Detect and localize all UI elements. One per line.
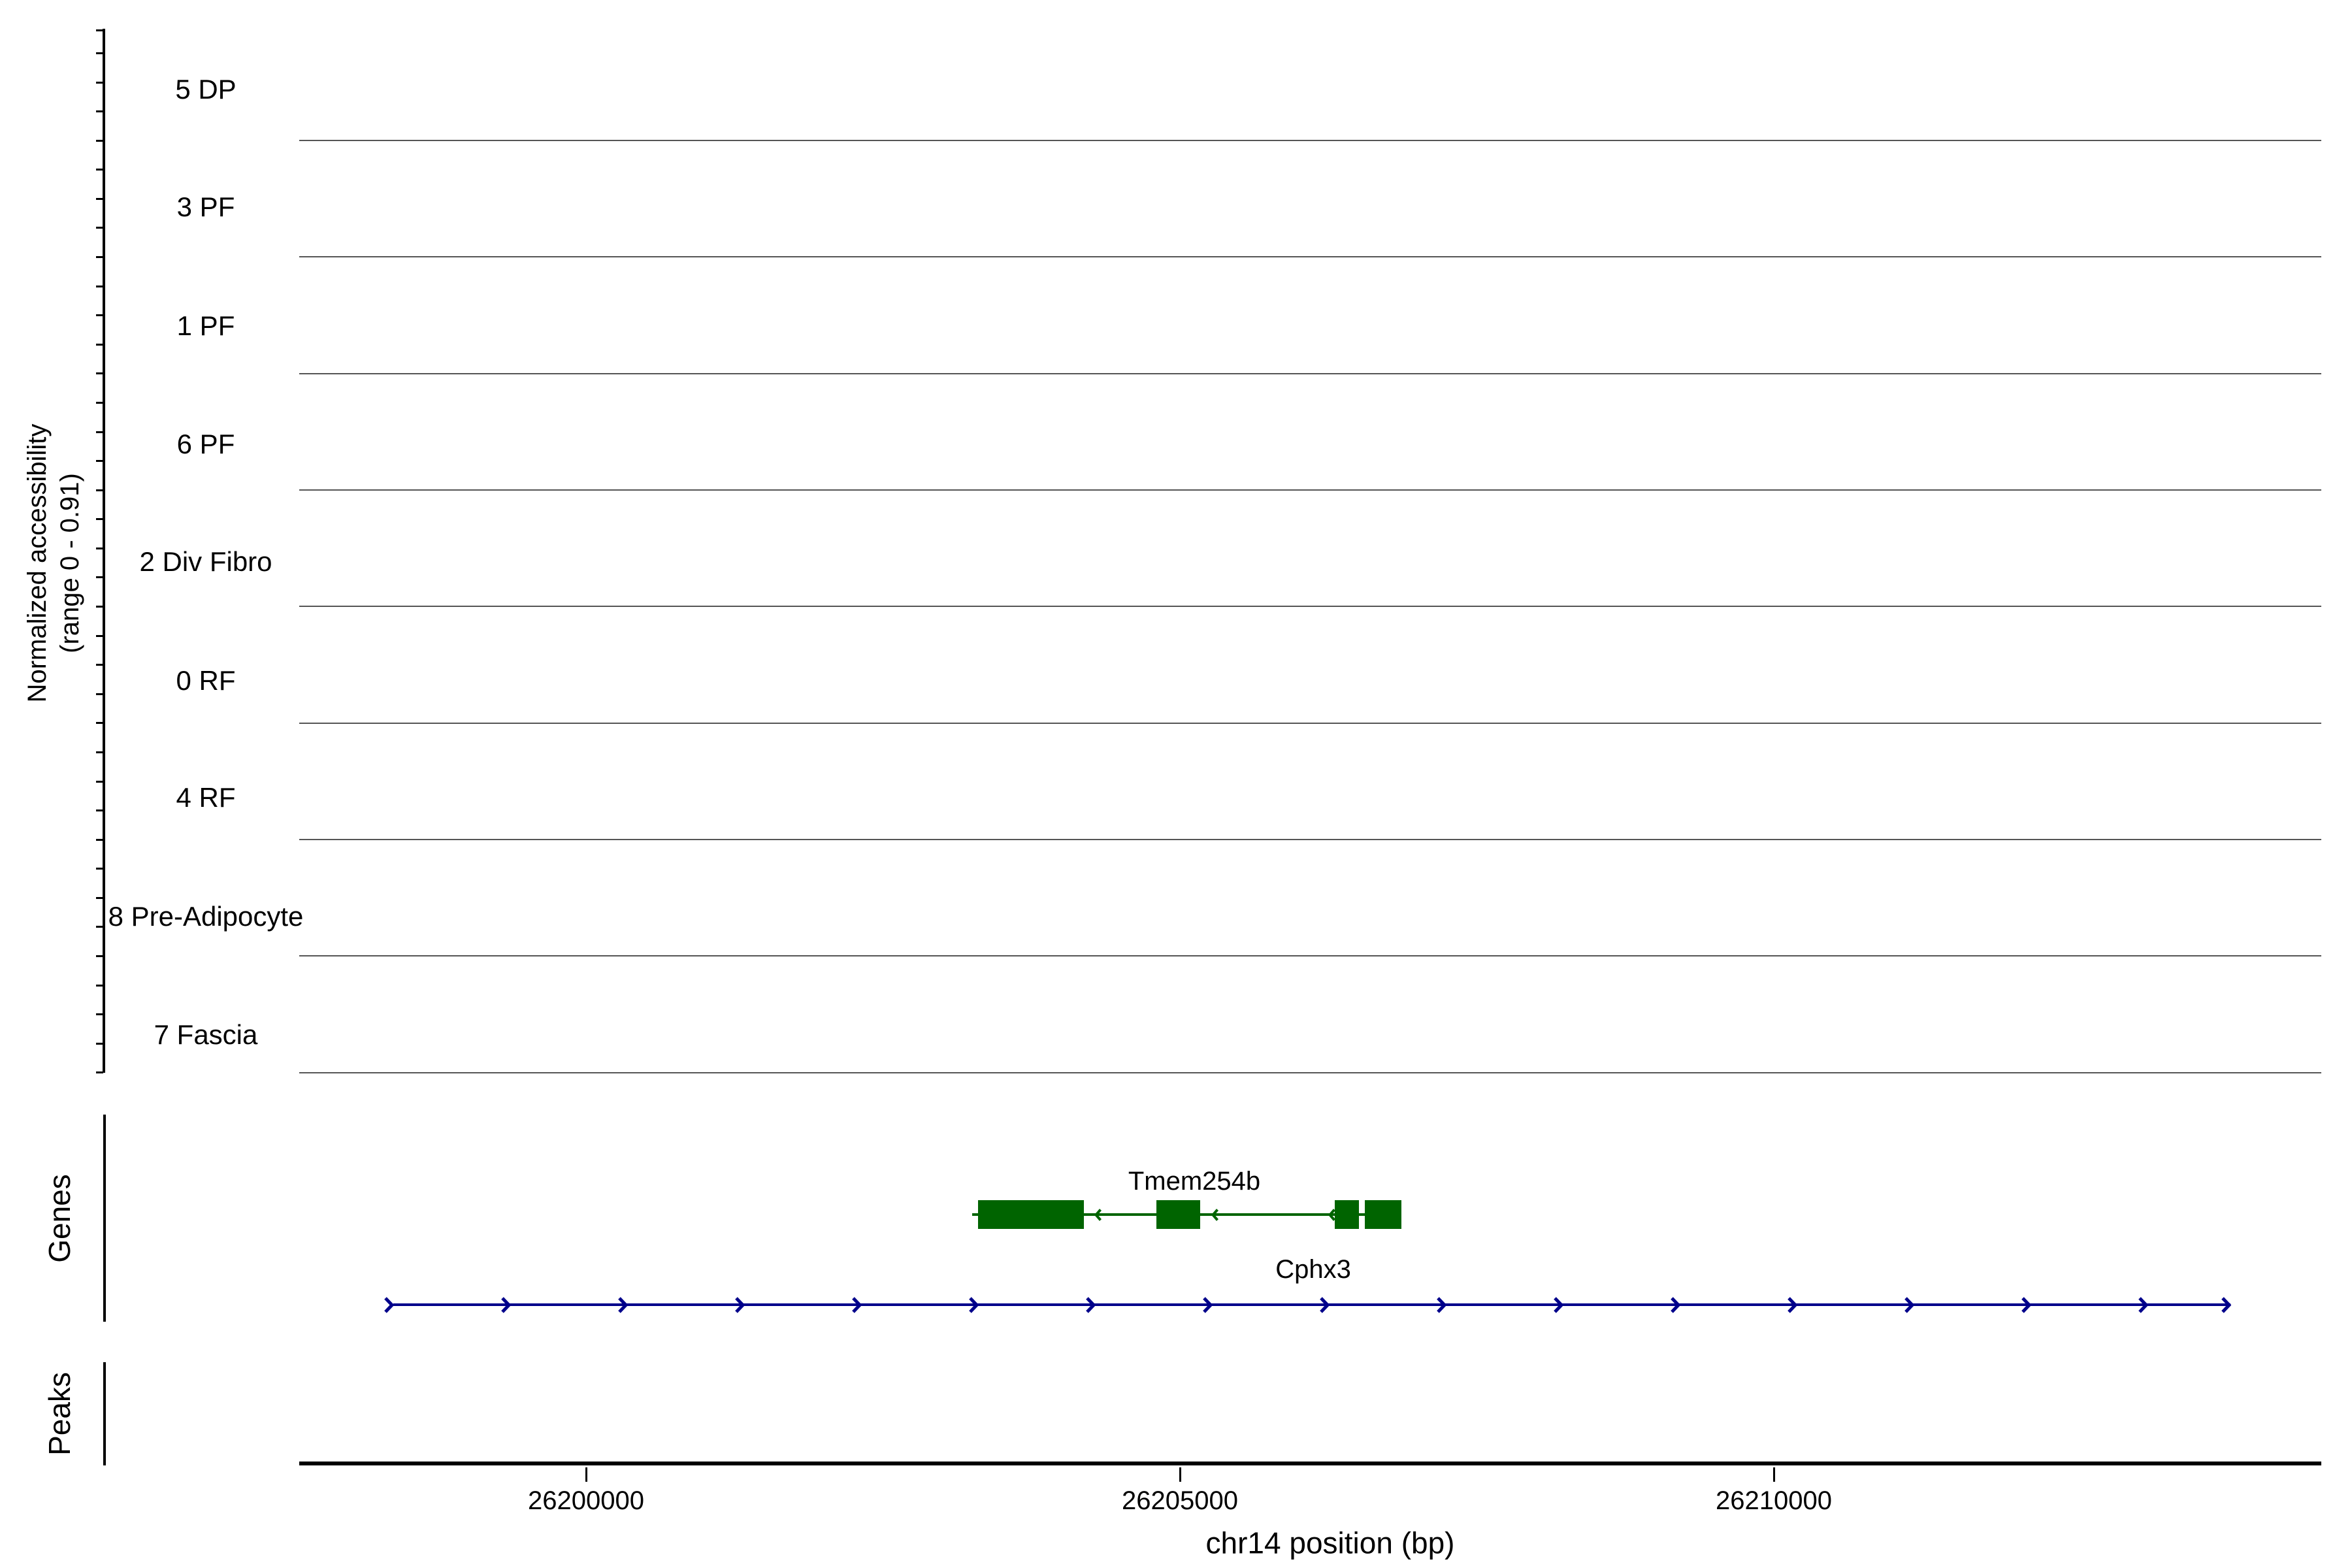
genes-bracket-line [103, 1115, 106, 1322]
gene-body-line [393, 1303, 2230, 1306]
y-axis-tick [96, 81, 103, 84]
track-baseline [299, 955, 2321, 956]
y-axis-tick [96, 197, 103, 200]
y-axis-tick [96, 256, 103, 259]
y-axis-tick [96, 110, 103, 113]
x-axis-line [299, 1462, 2321, 1465]
gene-strand-arrow-right-icon [1671, 1296, 1680, 1313]
y-axis-tick [96, 868, 103, 870]
track-label: 5 DP [175, 73, 237, 105]
gene-label: Cphx3 [1275, 1255, 1351, 1284]
gene-strand-arrow-right-icon [1554, 1296, 1563, 1313]
gene-strand-arrow-right-icon [618, 1296, 628, 1313]
y-axis-tick [96, 431, 103, 433]
y-axis-tick [96, 169, 103, 171]
track-label: 0 RF [176, 664, 236, 696]
y-axis-tick [96, 372, 103, 375]
track-label: 6 PF [176, 428, 235, 459]
y-axis-tick [96, 227, 103, 229]
y-axis-tick [96, 52, 103, 54]
y-axis-tick [96, 722, 103, 725]
track-baseline [299, 606, 2321, 607]
y-axis-title-line1: Normalized accessibility [23, 423, 52, 703]
track-baseline [299, 839, 2321, 840]
y-axis-line [103, 29, 105, 1073]
genome-browser-figure: Normalized accessibility (range 0 - 0.91… [0, 0, 2352, 1568]
y-axis-tick [96, 1042, 103, 1045]
y-axis-tick [96, 547, 103, 549]
gene-strand-arrow-right-icon [1086, 1296, 1096, 1313]
exon-box [1156, 1200, 1200, 1229]
y-axis-tick [96, 780, 103, 783]
gene-label: Tmem254b [1128, 1167, 1261, 1196]
y-axis-tick [96, 606, 103, 608]
track-label: 1 PF [176, 310, 235, 341]
exon-box [1335, 1200, 1359, 1229]
track-label: 4 RF [176, 781, 236, 813]
track-baseline [299, 1072, 2321, 1073]
y-axis-tick [96, 838, 103, 841]
track-label: 2 Div Fibro [139, 546, 272, 577]
track-baseline [299, 723, 2321, 724]
x-axis-tick-label: 26200000 [528, 1486, 644, 1515]
x-axis-title: chr14 position (bp) [1205, 1526, 1455, 1560]
x-axis-tick [1179, 1467, 1181, 1482]
y-axis-tick [96, 29, 103, 31]
gene-strand-arrow-right-icon [852, 1296, 862, 1313]
exon-box [978, 1200, 1084, 1229]
x-axis-tick-label: 26210000 [1716, 1486, 1832, 1515]
gene-strand-arrow-right-icon [1904, 1296, 1914, 1313]
track-baseline [299, 373, 2321, 374]
y-axis-tick [96, 314, 103, 317]
y-axis-tick [96, 1013, 103, 1016]
peaks-section-label: Peaks [42, 1372, 76, 1456]
y-axis-tick [96, 896, 103, 899]
y-axis-tick [96, 518, 103, 521]
track-label: 3 PF [176, 191, 235, 222]
gene-strand-arrow-left-icon [1094, 1208, 1102, 1221]
y-axis-tick [96, 285, 103, 287]
genes-section-label: Genes [42, 1174, 76, 1263]
x-axis-tick [585, 1467, 587, 1482]
y-axis-tick [96, 984, 103, 987]
peaks-bracket-line [103, 1362, 106, 1465]
x-axis-tick-label: 26205000 [1122, 1486, 1238, 1515]
gene-strand-arrow-right-icon [969, 1296, 979, 1313]
y-axis-tick [96, 664, 103, 666]
track-baseline [299, 489, 2321, 491]
track-baseline [299, 140, 2321, 141]
y-axis-tick [96, 401, 103, 404]
gene-strand-arrow-right-icon [384, 1296, 394, 1313]
y-axis-tick [96, 489, 103, 491]
gene-strand-arrow-right-icon [2021, 1296, 2031, 1313]
y-axis-tick [96, 343, 103, 346]
y-axis-tick [96, 634, 103, 637]
y-axis-tick [96, 576, 103, 579]
y-axis-title: Normalized accessibility (range 0 - 0.91… [21, 424, 86, 703]
gene-strand-arrow-right-icon [2221, 1296, 2231, 1313]
gene-strand-arrow-left-icon [1211, 1208, 1219, 1221]
gene-strand-arrow-right-icon [1320, 1296, 1330, 1313]
y-axis-tick [96, 926, 103, 928]
gene-strand-arrow-right-icon [2138, 1296, 2148, 1313]
gene-strand-arrow-right-icon [735, 1296, 745, 1313]
track-baseline [299, 256, 2321, 257]
gene-strand-arrow-right-icon [1203, 1296, 1213, 1313]
y-axis-tick [96, 460, 103, 463]
exon-box [1365, 1200, 1401, 1229]
track-label: 7 Fascia [154, 1019, 258, 1050]
y-axis-tick [96, 751, 103, 753]
x-axis-tick [1773, 1467, 1775, 1482]
gene-strand-arrow-right-icon [1437, 1296, 1446, 1313]
track-label: 8 Pre-Adipocyte [108, 900, 304, 932]
gene-strand-arrow-right-icon [1788, 1296, 1797, 1313]
y-axis-title-line2: (range 0 - 0.91) [56, 473, 84, 653]
y-axis-tick [96, 809, 103, 812]
gene-strand-arrow-right-icon [501, 1296, 511, 1313]
y-axis-tick [96, 955, 103, 957]
y-axis-tick [96, 693, 103, 695]
y-axis-tick [96, 139, 103, 142]
y-axis-tick [96, 1071, 103, 1074]
